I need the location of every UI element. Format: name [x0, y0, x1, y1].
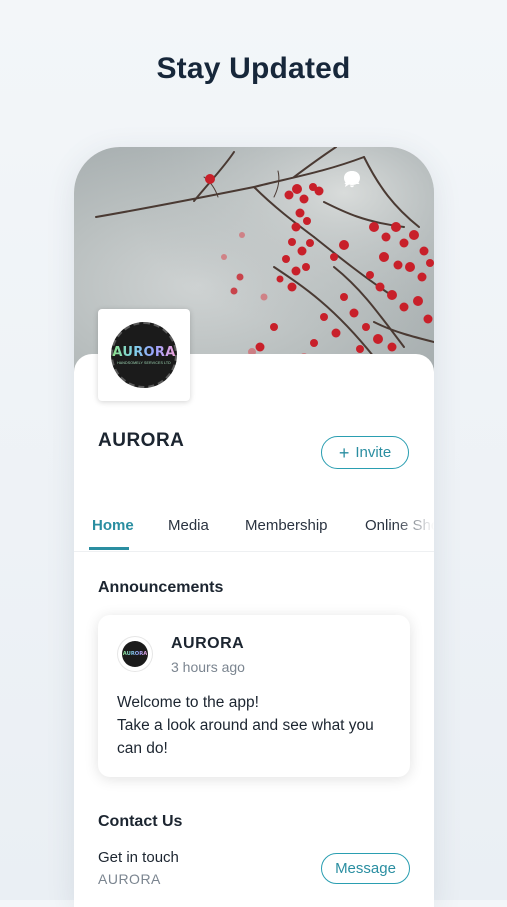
- announcement-line: Take a look around and see what you: [117, 717, 374, 734]
- announcement-line: Welcome to the app!: [117, 694, 259, 711]
- announcement-body: Welcome to the app! Take a look around a…: [117, 691, 374, 760]
- headline: Stay Updated: [156, 52, 351, 85]
- site-name: AURORA: [98, 430, 185, 451]
- tab-media[interactable]: Media: [168, 517, 209, 534]
- plus-icon: +: [338, 442, 350, 463]
- author-avatar-text: AURORA: [122, 651, 148, 657]
- logo-text: AURORA: [112, 345, 176, 360]
- site-logo: AURORA HANDSOMELY SERVICES LTD: [98, 309, 190, 401]
- phone-frame: AURORA HANDSOMELY SERVICES LTD AURORA + …: [74, 147, 434, 907]
- tab-membership[interactable]: Membership: [245, 517, 328, 534]
- invite-button[interactable]: + Invite: [321, 436, 409, 469]
- contact-line-1: Get in touch: [98, 849, 179, 866]
- contact-title: Contact Us: [98, 813, 183, 830]
- announcement-time: 3 hours ago: [171, 659, 245, 675]
- author-avatar-badge: AURORA: [122, 641, 148, 667]
- invite-label: Invite: [355, 444, 392, 461]
- announcements-title: Announcements: [98, 579, 224, 596]
- tab-home[interactable]: Home: [92, 517, 134, 534]
- contact-line-2: AURORA: [98, 871, 161, 887]
- author-avatar: AURORA: [118, 637, 152, 671]
- tab-overflow-fade: [394, 507, 434, 551]
- logo-badge: AURORA HANDSOMELY SERVICES LTD: [111, 322, 177, 388]
- announcement-line: can do!: [117, 740, 168, 757]
- logo-subtext: HANDSOMELY SERVICES LTD: [117, 361, 171, 365]
- tab-bar: Home Media Membership Online Sho: [74, 507, 434, 552]
- announcement-card[interactable]: AURORA AURORA 3 hours ago Welcome to the…: [98, 615, 410, 777]
- announcement-author: AURORA: [171, 635, 245, 652]
- header-icons: [342, 169, 408, 191]
- bell-icon[interactable]: [344, 169, 408, 191]
- message-button[interactable]: Message: [321, 853, 410, 884]
- active-tab-indicator: [89, 547, 129, 550]
